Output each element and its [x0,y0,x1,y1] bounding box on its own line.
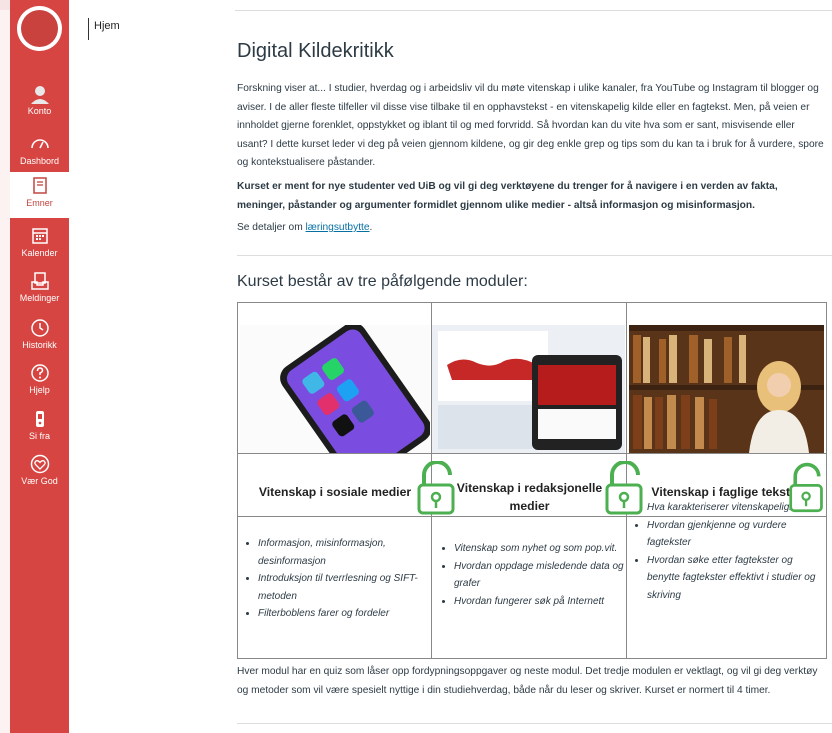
nav-konto[interactable]: Konto [10,84,69,116]
list-item: Hvordan oppdage misledende data og grafe… [454,558,634,593]
inbox-icon [30,272,49,290]
heart-icon [30,454,49,474]
learning-outcomes-link[interactable]: læringsutbytte [306,222,370,233]
divider [237,255,832,256]
divider [237,723,832,724]
module-bullets: Vitenskap som nyhet og som pop.vit. Hvor… [442,540,634,610]
details-paragraph: Se detaljer om læringsutbytte. [237,222,372,233]
report-icon [35,411,44,427]
details-prefix: Se detaljer om [237,222,306,233]
nav-label: Hjelp [29,385,50,395]
outro-paragraph: Hver modul har en quiz som låser opp for… [237,666,818,696]
nav-vaer-god[interactable]: Vær God [10,454,69,486]
modules-table: Vitenskap i sosiale medier Informasjon, … [237,302,827,659]
nav-emner[interactable]: Emner [10,172,69,218]
lock-icon [605,461,643,515]
list-item: Vitenskap som nyhet og som pop.vit. [454,540,634,558]
lock-icon [417,461,455,515]
page: Konto Dashbord Emner Kalender Meldinger … [0,0,832,733]
module-column-1: Vitenskap i sosiale medier Informasjon, … [238,303,432,658]
uib-seal-icon [21,10,58,47]
user-icon [30,86,49,104]
audience-paragraph: Kurset er ment for nye studenter ved UiB… [237,181,778,211]
nav-label: Kalender [21,248,58,258]
lock-icon [789,462,823,513]
nav-si-fra[interactable]: Si fra [10,409,69,441]
modules-heading: Kurset består av tre påfølgende moduler: [237,273,528,290]
page-title: Digital Kildekritikk [237,40,394,62]
list-item: Informasjon, misinformasjon, desinformas… [258,535,428,570]
dashboard-icon [30,139,49,149]
library-bookshelf-image [629,325,824,453]
nav-hjelp[interactable]: Hjelp [10,363,69,395]
list-item: Hvordan fungerer søk på Internett [454,593,634,611]
nav-label: Historikk [22,340,57,350]
nav-label: Si fra [28,431,50,441]
nav-label: Dashbord [19,156,60,166]
module-bullets: Informasjon, misinformasjon, desinformas… [246,535,428,623]
uib-logo[interactable] [17,6,62,51]
nav-meldinger[interactable]: Meldinger [10,271,69,303]
nav-label: Emner [26,198,53,208]
intro-paragraph: Forskning viser at... I studier, hverdag… [237,83,824,168]
breadcrumb-home[interactable]: Hjem [94,20,120,32]
list-item: Hvordan gjenkjenne og vurdere fagtekster [647,517,827,552]
nav-label: Vær God [21,476,58,486]
module-title: Vitenskap i sosiale medier [258,485,412,499]
calendar-icon [31,228,48,244]
book-icon [32,177,47,194]
clock-icon [30,319,49,337]
list-item: Filterboblens farer og fordeler [258,605,428,623]
news-coronavirus-image [432,325,625,453]
divider [235,10,832,11]
smartphone-social-apps-image [240,325,430,453]
global-nav: Konto Dashbord Emner Kalender Meldinger … [10,0,69,733]
nav-label: Meldinger [19,293,60,303]
module-column-2: Vitenskap i redaksjonelle medier Vitensk… [432,303,627,658]
module-title: Vitenskap i redaksjonelle medier [456,481,603,513]
nav-label: Konto [27,106,52,116]
nav-dashbord[interactable]: Dashbord [10,134,69,166]
details-suffix: . [369,222,373,233]
nav-kalender[interactable]: Kalender [10,226,69,258]
nav-historikk[interactable]: Historikk [10,318,69,350]
help-icon [30,364,49,382]
breadcrumb-divider [88,18,89,40]
list-item: Introduksjon til tverrlesning og SIFT-me… [258,570,428,605]
list-item: Hvordan søke etter fagtekster og benytte… [647,552,827,605]
